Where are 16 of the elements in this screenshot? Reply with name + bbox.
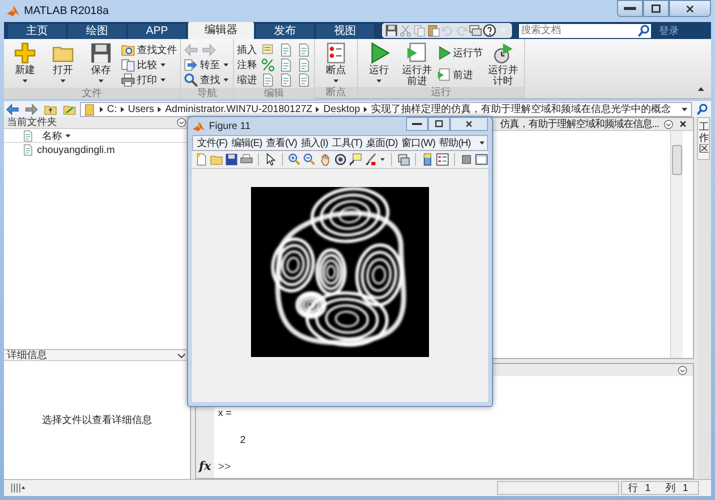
status-label: 行 [628,482,638,495]
window-title: Figure 11 [209,120,251,132]
group-label: 断点 [315,87,357,98]
group-label: 编辑 [234,88,314,99]
panel-title: 当前文件夹 [7,117,57,128]
details-message: 选择文件以查看详细信息 [42,414,152,427]
status-value: 1 [645,482,651,494]
group-label: 运行 [358,87,524,98]
status-label: 列 [666,482,676,495]
group-label: 文件 [4,88,180,99]
window-title: MATLAB R2018a [24,5,109,17]
panel-title: 详细信息 [7,350,47,360]
output-line: x = [218,408,233,421]
output-line: 2 [240,435,247,448]
group-label: 导航 [181,88,233,99]
status-value: 1 [682,482,688,494]
